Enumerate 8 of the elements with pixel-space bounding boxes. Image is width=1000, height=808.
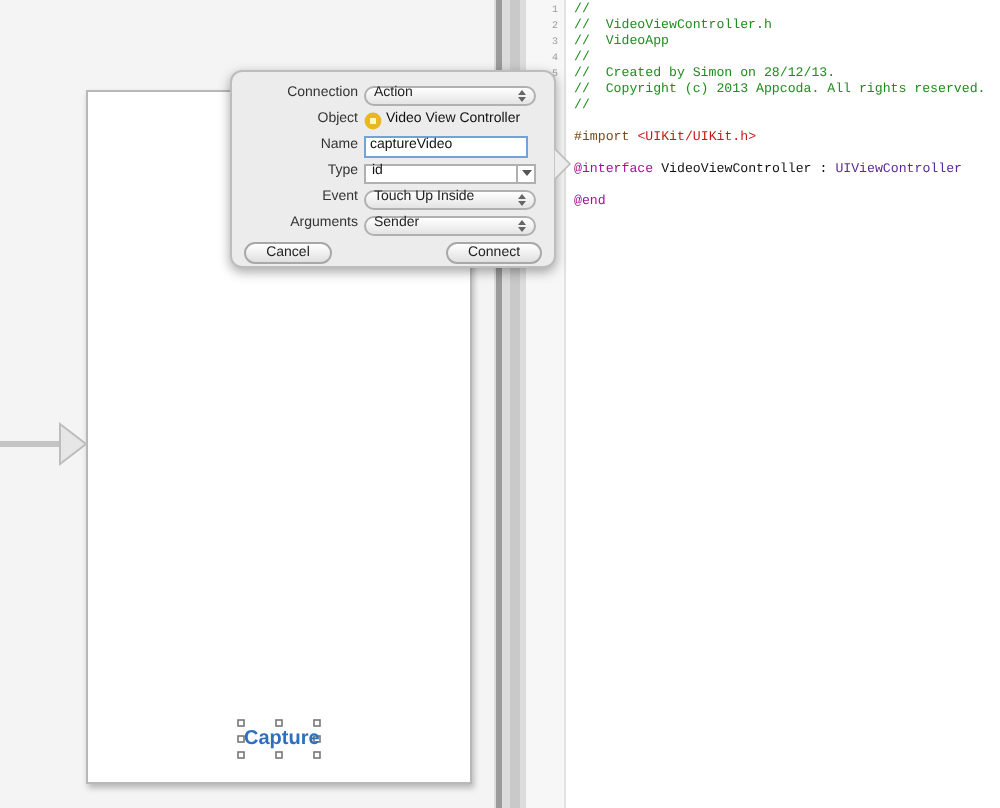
stepper-arrows-icon bbox=[518, 219, 526, 231]
entry-arrow-icon bbox=[0, 420, 88, 468]
dropdown-icon bbox=[516, 165, 534, 181]
stepper-arrows-icon bbox=[518, 89, 526, 101]
capture-button[interactable]: Capture bbox=[244, 726, 320, 754]
selection-handles-icon bbox=[236, 718, 324, 762]
stepper-arrows-icon bbox=[518, 193, 526, 205]
object-cube-icon bbox=[364, 112, 382, 130]
